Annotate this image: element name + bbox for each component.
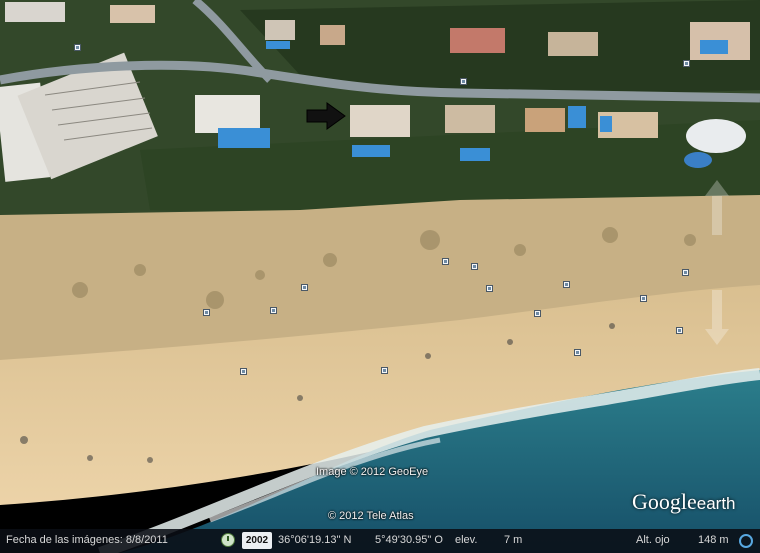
photo-marker-icon[interactable] [74, 44, 81, 51]
status-bar: Fecha de las imágenes: 8/8/2011 2002 36°… [0, 529, 760, 553]
photo-marker-icon[interactable] [640, 295, 647, 302]
photo-marker-icon[interactable] [574, 349, 581, 356]
nav-down-icon[interactable] [705, 290, 729, 345]
google-earth-logo: Googleearth [632, 489, 736, 515]
photo-marker-icon[interactable] [381, 367, 388, 374]
photo-marker-icon[interactable] [442, 258, 449, 265]
imagery-date: Fecha de las imágenes: 8/8/2011 [6, 534, 168, 546]
photo-marker-icon[interactable] [471, 263, 478, 270]
historical-year-button[interactable]: 2002 [242, 532, 272, 549]
photo-marker-icon[interactable] [563, 281, 570, 288]
photo-marker-icon[interactable] [203, 309, 210, 316]
streaming-indicator-icon [739, 534, 753, 548]
eye-altitude-value: 148 m [698, 534, 729, 546]
photo-marker-icon[interactable] [534, 310, 541, 317]
photo-marker-icon[interactable] [460, 78, 467, 85]
photo-marker-icon[interactable] [240, 368, 247, 375]
logo-main: Google [632, 489, 697, 514]
imagery-credit: Image © 2012 GeoEye [316, 466, 429, 478]
photo-marker-icon[interactable] [676, 327, 683, 334]
logo-sub: earth [696, 494, 736, 513]
elevation-label: elev. [455, 534, 478, 546]
data-credit: © 2012 Tele Atlas [328, 510, 414, 522]
photo-marker-icon[interactable] [301, 284, 308, 291]
location-arrow-icon [306, 102, 346, 130]
eye-altitude-label: Alt. ojo [636, 534, 670, 546]
photo-marker-icon[interactable] [270, 307, 277, 314]
navigation-arrows[interactable] [704, 180, 730, 345]
historical-imagery-clock-icon[interactable] [221, 533, 235, 547]
photo-marker-icon[interactable] [682, 269, 689, 276]
map-viewport[interactable]: Image © 2012 GeoEye © 2012 Tele Atlas Go… [0, 0, 760, 553]
photo-marker-icon[interactable] [683, 60, 690, 67]
photo-marker-icon[interactable] [486, 285, 493, 292]
elevation-value: 7 m [504, 534, 523, 546]
latitude: 36°06'19.13" N [278, 534, 352, 546]
nav-up-icon[interactable] [705, 180, 729, 235]
longitude: 5°49'30.95" O [375, 534, 443, 546]
